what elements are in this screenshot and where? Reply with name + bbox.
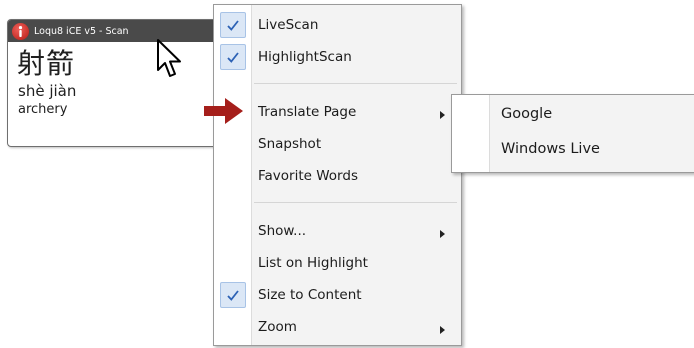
menu-item-label: Size to Content <box>258 287 362 303</box>
menu-item-highlightscan[interactable]: HighlightScan <box>214 43 461 71</box>
scan-popup: Loqu8 iCE v5 - Scan 射箭 shè jiàn archery <box>7 19 227 147</box>
check-icon <box>219 44 246 70</box>
menu-item-label: Show... <box>258 223 307 239</box>
menu-item-label: Favorite Words <box>258 168 358 184</box>
popup-titlebar[interactable]: Loqu8 iCE v5 - Scan <box>8 20 226 42</box>
translate-submenu: Google Windows Live <box>451 94 694 173</box>
check-icon <box>219 282 246 308</box>
submenu-arrow-icon <box>440 226 445 242</box>
submenu-icon-gutter <box>452 95 490 172</box>
menu-item-size-to-content[interactable]: Size to Content <box>214 281 461 309</box>
menu-item-label: List on Highlight <box>258 255 368 271</box>
submenu-item-windows-live[interactable]: Windows Live <box>501 141 600 157</box>
submenu-item-google[interactable]: Google <box>501 106 552 122</box>
chinese-characters: 射箭 <box>17 47 76 80</box>
definition-text: archery <box>18 102 68 117</box>
pinyin-text: shè jiàn <box>18 82 77 100</box>
submenu-arrow-icon <box>440 322 445 338</box>
menu-item-livescan[interactable]: LiveScan <box>214 11 461 39</box>
menu-item-list-on-highlight[interactable]: List on Highlight <box>214 249 461 277</box>
menu-item-snapshot[interactable]: Snapshot <box>214 130 461 158</box>
menu-item-zoom[interactable]: Zoom <box>214 313 461 341</box>
menu-item-label: HighlightScan <box>258 49 352 65</box>
submenu-arrow-icon <box>440 107 445 123</box>
menu-item-label: Snapshot <box>258 136 322 152</box>
menu-item-label: Zoom <box>258 319 297 335</box>
check-icon <box>219 12 246 38</box>
mouse-cursor-icon <box>157 39 181 77</box>
red-arrow-icon <box>204 98 243 124</box>
menu-separator <box>254 202 457 203</box>
menu-separator <box>254 83 457 84</box>
menu-item-translate-page[interactable]: Translate Page <box>214 98 461 126</box>
menu-item-label: Translate Page <box>258 104 357 120</box>
context-menu: LiveScan HighlightScan Translate Page Sn… <box>213 4 462 346</box>
popup-title: Loqu8 iCE v5 - Scan <box>34 25 129 37</box>
menu-item-show[interactable]: Show... <box>214 217 461 245</box>
info-icon[interactable] <box>12 22 29 40</box>
menu-item-label: LiveScan <box>258 17 319 33</box>
menu-item-favorite-words[interactable]: Favorite Words <box>214 162 461 190</box>
